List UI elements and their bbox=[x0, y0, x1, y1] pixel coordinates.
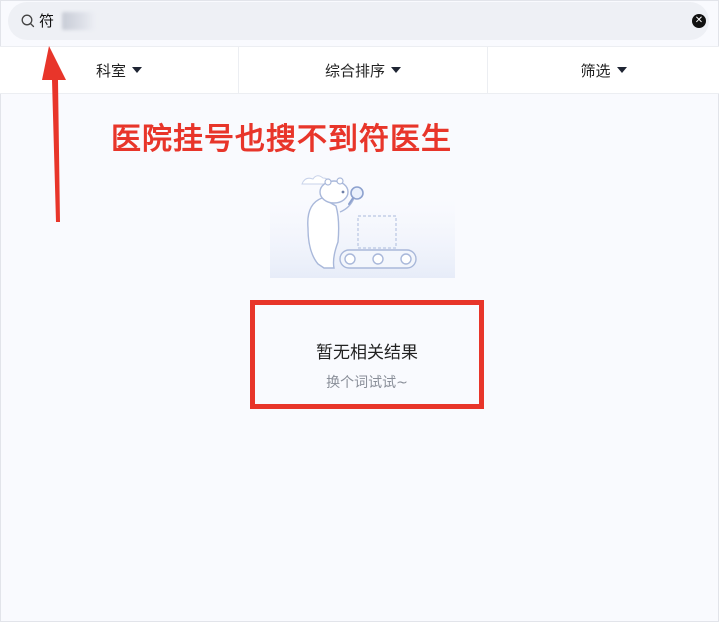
filter-screen-label: 筛选 bbox=[580, 61, 611, 80]
search-icon bbox=[21, 14, 35, 28]
caret-down-icon bbox=[391, 67, 401, 73]
filter-bar: 科室 综合排序 筛选 bbox=[0, 46, 719, 94]
empty-state-highlight: 暂无相关结果 换个词试试~ bbox=[250, 300, 484, 409]
filter-screen[interactable]: 筛选 bbox=[487, 47, 719, 93]
empty-state-hint: 换个词试试~ bbox=[326, 375, 408, 391]
red-arrow-annotation bbox=[42, 46, 66, 222]
bear-magnifier-illustration bbox=[270, 175, 455, 278]
search-bar[interactable]: ✕ bbox=[8, 2, 709, 40]
caret-down-icon bbox=[616, 67, 627, 73]
filter-department-label: 科室 bbox=[95, 61, 126, 80]
empty-state-title: 暂无相关结果 bbox=[316, 343, 418, 363]
caret-down-icon bbox=[132, 67, 142, 73]
filter-sort-label: 综合排序 bbox=[324, 61, 385, 80]
redacted-text-blur bbox=[62, 12, 96, 30]
annotation-text: 医院挂号也搜不到符医生 bbox=[111, 122, 452, 157]
close-circle-icon[interactable]: ✕ bbox=[692, 14, 706, 28]
filter-sort[interactable]: 综合排序 bbox=[238, 47, 487, 93]
